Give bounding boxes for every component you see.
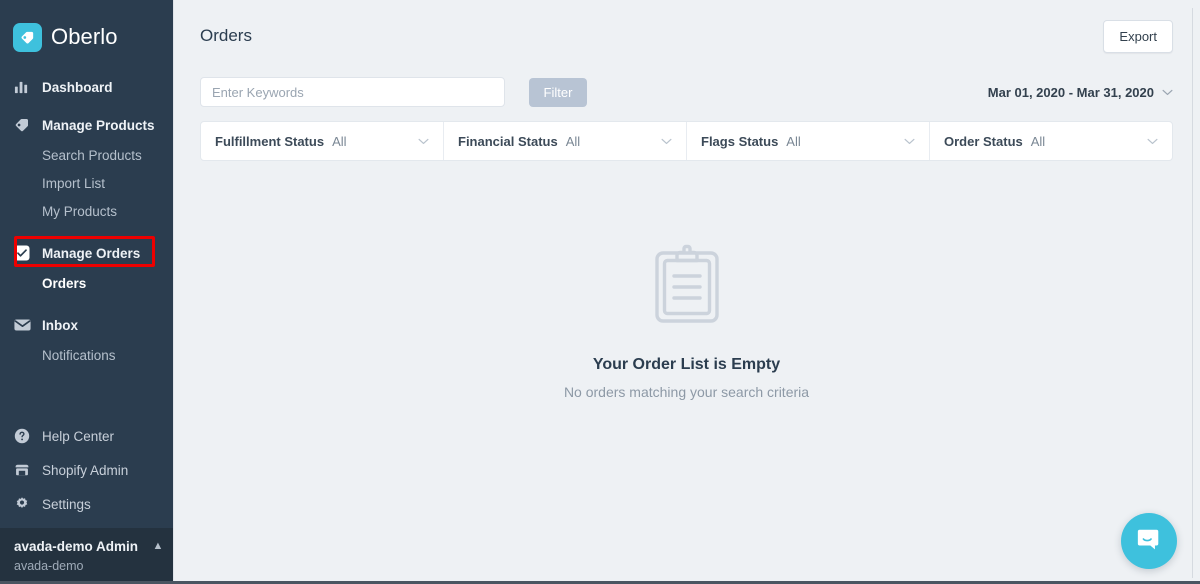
sidebar-item-help-center[interactable]: Help Center [0, 420, 173, 452]
envelope-icon [14, 315, 36, 335]
sidebar-nav: Dashboard Manage Products Search Product… [0, 72, 173, 420]
filter-financial-status[interactable]: Financial Status All [444, 122, 687, 160]
search-input[interactable] [200, 77, 505, 107]
sidebar-item-import-list[interactable]: Import List [0, 170, 173, 196]
filter-label: Fulfillment Status [215, 133, 325, 149]
sidebar-item-label: Manage Products [42, 117, 155, 133]
filter-value: All [565, 133, 581, 149]
search-filter-row: Filter Mar 01, 2020 - Mar 31, 2020 [200, 72, 1173, 112]
filter-label: Order Status [944, 133, 1023, 149]
filter-flags-status[interactable]: Flags Status All [687, 122, 930, 160]
sidebar-item-label: Orders [42, 275, 87, 291]
filter-value: All [332, 133, 347, 149]
sidebar-divider [173, 0, 174, 584]
tag-icon [14, 115, 36, 135]
filter-order-status[interactable]: Order Status All [930, 122, 1172, 160]
page-title: Orders [200, 26, 252, 45]
sidebar-item-orders[interactable]: Orders [0, 270, 173, 296]
sidebar-bottom-nav: Help Center Shopify Admin Settings [0, 420, 173, 520]
clipboard-icon [653, 243, 721, 330]
filter-label: Financial Status [458, 133, 558, 149]
empty-state-subtitle: No orders matching your search criteria [563, 384, 810, 400]
scrollbar-track[interactable] [1192, 8, 1193, 578]
sidebar-item-dashboard[interactable]: Dashboard [0, 72, 173, 102]
brand-name: Oberlo [51, 24, 118, 49]
sidebar-item-label: Help Center [42, 428, 115, 444]
sidebar-item-search-products[interactable]: Search Products [0, 142, 173, 168]
sidebar-item-label: Manage Orders [42, 245, 141, 261]
chevron-down-icon [904, 138, 915, 145]
tag-icon [13, 22, 42, 52]
filter-value: All [1030, 133, 1046, 149]
date-range-label: Mar 01, 2020 - Mar 31, 2020 [987, 84, 1154, 100]
gear-icon [14, 494, 36, 514]
sidebar-item-label: Search Products [42, 147, 142, 163]
status-filters-row: Fulfillment Status All Financial Status … [200, 121, 1173, 161]
chevron-up-icon[interactable]: ▲ [152, 540, 163, 552]
bar-chart-icon [14, 77, 36, 97]
store-icon [14, 460, 36, 480]
sidebar: Oberlo Dashboard Manage Products Search … [0, 0, 173, 584]
sidebar-item-my-products[interactable]: My Products [0, 198, 173, 224]
page-header: Orders Export [200, 0, 1173, 72]
sidebar-item-label: Settings [42, 496, 91, 512]
sidebar-item-notifications[interactable]: Notifications [0, 342, 173, 368]
date-range-picker[interactable]: Mar 01, 2020 - Mar 31, 2020 [988, 85, 1173, 100]
sidebar-item-label: Import List [42, 175, 106, 191]
question-circle-icon [14, 426, 36, 446]
sidebar-item-label: Shopify Admin [42, 462, 129, 478]
empty-state-title: Your Order List is Empty [592, 356, 781, 373]
sidebar-item-manage-products[interactable]: Manage Products [0, 110, 173, 140]
main-inner: Orders Export Filter Mar 01, 2020 - Mar … [173, 0, 1200, 400]
sidebar-item-label: My Products [42, 203, 118, 219]
filter-fulfillment-status[interactable]: Fulfillment Status All [201, 122, 444, 160]
sidebar-item-inbox[interactable]: Inbox [0, 310, 173, 340]
app-root: Oberlo Dashboard Manage Products Search … [0, 0, 1200, 584]
sidebar-item-settings[interactable]: Settings [0, 488, 173, 520]
sidebar-item-label: Notifications [42, 347, 116, 363]
chevron-down-icon [418, 138, 429, 145]
main-content: Orders Export Filter Mar 01, 2020 - Mar … [173, 0, 1200, 584]
user-account-menu[interactable]: avada-demo Admin ▲ avada-demo [0, 528, 173, 584]
export-button[interactable]: Export [1103, 19, 1173, 53]
chevron-down-icon [1162, 89, 1173, 96]
chevron-down-icon [661, 138, 672, 145]
user-name: avada-demo Admin [14, 539, 139, 554]
check-square-icon [14, 243, 36, 263]
chat-launcher-button[interactable] [1121, 513, 1177, 569]
sidebar-item-manage-orders[interactable]: Manage Orders [0, 238, 173, 268]
filter-label: Flags Status [701, 133, 779, 149]
chat-bubble-icon [1136, 526, 1162, 557]
chevron-down-icon [1147, 138, 1158, 145]
empty-state: Your Order List is Empty No orders match… [200, 243, 1173, 400]
sidebar-item-label: Dashboard [42, 79, 113, 95]
sidebar-item-shopify-admin[interactable]: Shopify Admin [0, 454, 173, 486]
filter-button[interactable]: Filter [529, 77, 587, 107]
user-shop-name: avada-demo [14, 559, 84, 573]
brand-logo[interactable]: Oberlo [0, 0, 173, 56]
filter-value: All [786, 133, 801, 149]
sidebar-item-label: Inbox [42, 317, 78, 333]
